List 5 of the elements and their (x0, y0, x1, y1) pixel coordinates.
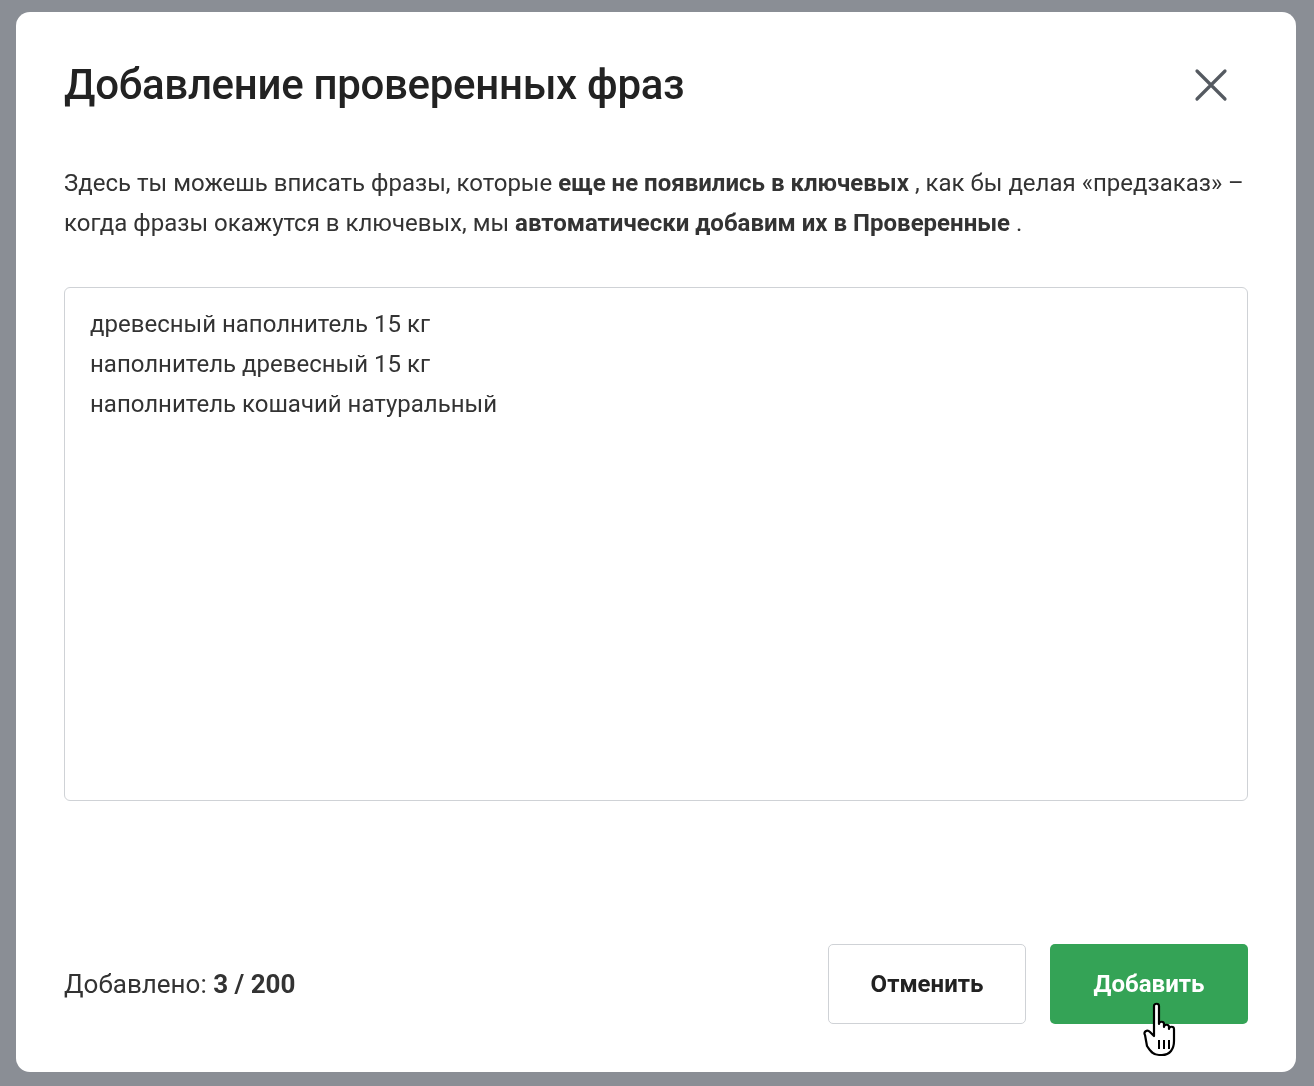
dialog-title: Добавление проверенных фраз (64, 60, 685, 109)
added-counter: Добавлено: 3 / 200 (64, 969, 296, 999)
phrases-input-field[interactable]: древесный наполнитель 15 кг наполнитель древесный 15 кг наполнитель кошачий натуральный (64, 287, 1248, 801)
description-text: Здесь ты можешь вписать фразы, которые еще не появились в ключевых, как бы делая «предзаказ» – когда фразы окажутся в ключевых, мы автоматически добавим их в Проверенные . (64, 168, 1245, 239)
cancel-button[interactable]: Отменить (828, 944, 1026, 1024)
